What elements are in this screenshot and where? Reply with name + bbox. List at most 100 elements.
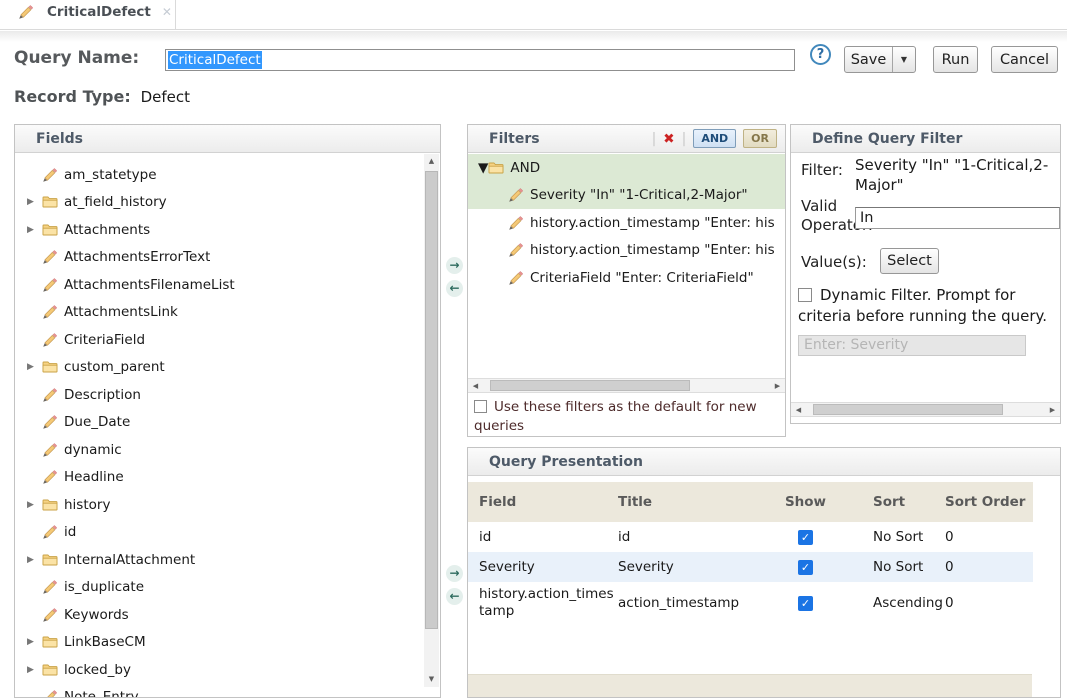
show-checkbox[interactable]: ✓ [798, 596, 813, 611]
tab-criticaldefect[interactable]: CriticalDefect ✕ [18, 4, 172, 20]
pencil-icon [42, 607, 58, 623]
valid-operator-input[interactable]: In [855, 207, 1060, 229]
scrollbar-thumb[interactable] [490, 380, 690, 391]
field-item-Headline[interactable]: Headline [15, 464, 424, 492]
or-button[interactable]: OR [743, 129, 777, 148]
default-filters-option: Use these filters as the default for new… [474, 398, 781, 436]
field-item-Description[interactable]: Description [15, 381, 424, 409]
field-label: InternalAttachment [64, 552, 195, 568]
column-header-sort: Sort [838, 494, 933, 510]
dynamic-filter-checkbox[interactable] [798, 288, 812, 302]
cell-sort-order[interactable]: 0 [933, 559, 1033, 575]
scrollbar-thumb[interactable] [813, 404, 1003, 415]
presentation-row-id[interactable]: idid✓No Sort0 [468, 522, 1033, 552]
define-filter-panel-header: Define Query Filter [791, 125, 1060, 153]
presentation-table-body: idid✓No Sort0SeveritySeverity✓No Sort0hi… [468, 522, 1033, 624]
expand-icon[interactable]: ▶ [27, 362, 42, 372]
remove-column-button[interactable]: ← [446, 588, 463, 605]
expand-icon[interactable]: ▶ [27, 555, 42, 565]
pencil-icon [42, 277, 58, 293]
field-item-am_statetype[interactable]: am_statetype [15, 161, 424, 189]
scroll-left-icon[interactable]: ◀ [791, 403, 806, 418]
tab-bar: CriticalDefect ✕ [0, 0, 1067, 30]
run-button[interactable]: Run [933, 46, 978, 73]
filter-label: Severity "In" "1-Critical,2-Major" [530, 187, 748, 203]
field-item-AttachmentsLink[interactable]: AttachmentsLink [15, 299, 424, 327]
delete-filter-icon[interactable]: ✖ [663, 131, 674, 147]
collapse-icon[interactable]: ▼ [478, 160, 488, 176]
field-item-AttachmentsFilenameList[interactable]: AttachmentsFilenameList [15, 271, 424, 299]
field-item-locked_by[interactable]: ▶locked_by [15, 656, 424, 684]
filter-item[interactable]: CriteriaField "Enter: CriteriaField" [468, 264, 785, 292]
field-item-history[interactable]: ▶history [15, 491, 424, 519]
dynamic-filter-label: Dynamic Filter. Prompt for criteria befo… [798, 286, 1047, 325]
field-item-custom_parent[interactable]: ▶custom_parent [15, 354, 424, 382]
field-item-Attachments[interactable]: ▶Attachments [15, 216, 424, 244]
cell-sort-order[interactable]: 0 [933, 595, 1033, 611]
select-values-button[interactable]: Select [880, 248, 939, 274]
folder-icon [42, 497, 58, 513]
cancel-button[interactable]: Cancel [991, 46, 1058, 73]
scroll-left-icon[interactable]: ◀ [468, 379, 483, 394]
field-label: Headline [64, 469, 124, 485]
default-filters-checkbox[interactable] [474, 400, 487, 413]
cell-sort-order[interactable]: 0 [933, 529, 1033, 545]
expand-icon[interactable]: ▶ [27, 500, 42, 510]
expand-icon[interactable]: ▶ [27, 637, 42, 647]
presentation-table-footer [468, 674, 1032, 697]
cell-sort[interactable]: No Sort [838, 529, 933, 545]
fields-panel-title: Fields [36, 131, 83, 147]
cell-title: id [618, 529, 773, 545]
expand-icon[interactable]: ▶ [27, 665, 42, 675]
presentation-row-Severity[interactable]: SeveritySeverity✓No Sort0 [468, 552, 1033, 582]
field-item-Due_Date[interactable]: Due_Date [15, 409, 424, 437]
filter-item[interactable]: ▼AND [468, 154, 785, 182]
expand-icon[interactable]: ▶ [27, 225, 42, 235]
add-column-button[interactable]: → [446, 565, 463, 582]
field-label: Due_Date [64, 414, 130, 430]
save-split-button[interactable]: Save ▼ [844, 46, 916, 73]
and-button[interactable]: AND [693, 129, 736, 148]
save-button[interactable]: Save [845, 52, 892, 68]
field-item-id[interactable]: id [15, 519, 424, 547]
cell-sort[interactable]: No Sort [838, 559, 933, 575]
field-item-Note_Entry[interactable]: Note_Entry [15, 684, 424, 698]
field-item-dynamic[interactable]: dynamic [15, 436, 424, 464]
help-icon[interactable]: ? [810, 44, 831, 65]
column-header-field: Field [468, 494, 618, 511]
pencil-icon [508, 187, 524, 203]
close-icon[interactable]: ✕ [162, 5, 172, 19]
field-item-InternalAttachment[interactable]: ▶ InternalAttachment [15, 546, 424, 574]
define-filter-horizontal-scrollbar[interactable]: ◀ ▶ [791, 402, 1060, 417]
scroll-right-icon[interactable]: ▶ [1045, 403, 1060, 418]
field-item-Keywords[interactable]: Keywords [15, 601, 424, 629]
fields-scrollbar[interactable]: ▲ ▼ [424, 154, 439, 687]
chevron-down-icon[interactable]: ▼ [893, 55, 915, 64]
filters-horizontal-scrollbar[interactable]: ◀ ▶ [468, 378, 785, 393]
move-left-button[interactable]: ← [446, 280, 463, 297]
scroll-right-icon[interactable]: ▶ [770, 379, 785, 394]
scrollbar-thumb[interactable] [425, 171, 438, 629]
default-filters-label: Use these filters as the default for new… [474, 399, 757, 434]
pencil-icon [42, 387, 58, 403]
cell-sort[interactable]: Ascending [838, 595, 933, 611]
field-item-at_field_history[interactable]: ▶at_field_history [15, 189, 424, 217]
cell-field: Severity [468, 559, 618, 576]
field-item-LinkBaseCM[interactable]: ▶LinkBaseCM [15, 629, 424, 657]
pencil-icon [42, 167, 58, 183]
query-name-input[interactable]: CriticalDefect [165, 49, 795, 71]
show-checkbox[interactable]: ✓ [798, 560, 813, 575]
scroll-down-icon[interactable]: ▼ [424, 672, 439, 687]
filter-item[interactable]: Severity "In" "1-Critical,2-Major" [468, 182, 785, 210]
field-item-AttachmentsErrorText[interactable]: AttachmentsErrorText [15, 244, 424, 272]
expand-icon[interactable]: ▶ [27, 197, 42, 207]
show-checkbox[interactable]: ✓ [798, 530, 813, 545]
field-item-is_duplicate[interactable]: is_duplicate [15, 574, 424, 602]
presentation-row-history.action_timestamp[interactable]: history.action_timestampaction_timestamp… [468, 582, 1033, 624]
filter-item[interactable]: history.action_timestamp "Enter: his [468, 237, 785, 265]
scroll-up-icon[interactable]: ▲ [424, 154, 439, 169]
move-right-button[interactable]: → [446, 257, 463, 274]
field-item-CriteriaField[interactable]: CriteriaField [15, 326, 424, 354]
filter-item[interactable]: history.action_timestamp "Enter: his [468, 209, 785, 237]
folder-icon [42, 552, 58, 568]
